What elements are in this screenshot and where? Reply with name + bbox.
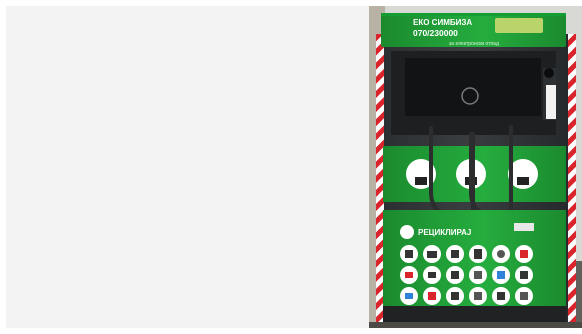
recycling-container-svg: ЕКО СИМБИЗА 070/230000 за електронски от… — [369, 6, 582, 328]
chute-opening — [405, 58, 541, 116]
bin-slot-1-icon — [415, 177, 427, 185]
small-label: за електронски отпад — [449, 41, 499, 47]
sticker — [514, 223, 534, 231]
recycling-container-photo: ЕКО СИМБИЗА 070/230000 за електронски от… — [369, 6, 582, 328]
bin-slot-3-icon — [517, 177, 529, 185]
phone-text: 070/230000 — [413, 28, 458, 38]
brand-text: РЕЦИКЛИРАЈ — [418, 228, 471, 237]
page: ЕКО СИМБИЗА 070/230000 за електронски от… — [0, 0, 582, 334]
logo-badge — [495, 18, 543, 33]
bottom-plinth — [383, 306, 566, 322]
lock-icon — [544, 68, 554, 78]
arrow-sign — [546, 85, 556, 119]
bottom-shadow — [369, 322, 582, 328]
left-stripe — [376, 34, 384, 322]
right-stripe — [568, 34, 576, 322]
header-text: ЕКО СИМБИЗА — [413, 18, 472, 27]
brand-logo-icon — [400, 225, 414, 239]
blank-panel — [6, 6, 369, 328]
